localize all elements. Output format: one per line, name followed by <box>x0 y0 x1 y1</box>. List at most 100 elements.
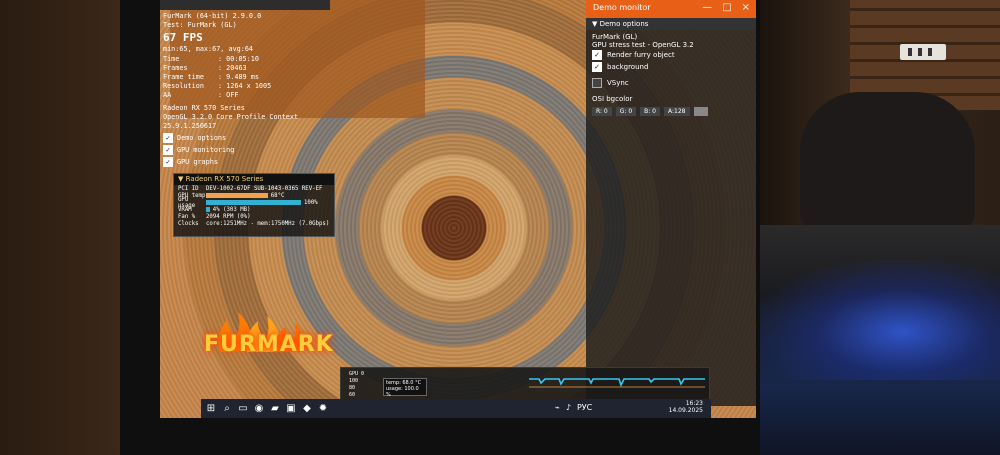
fan-value: 2094 RPM (0%) <box>206 213 251 220</box>
edge-icon[interactable]: ◉ <box>253 403 265 415</box>
demo-options-panel: ▼ Demo options FurMark (GL) GPU stress t… <box>586 18 756 406</box>
usage-bar <box>206 200 301 205</box>
usage-value: 100% <box>304 199 318 206</box>
furmark-logo: FURMARK <box>204 332 334 357</box>
explorer-icon[interactable]: ▰ <box>269 403 281 415</box>
clocks-value: core:1251MHz - mem:1750MHz (7.0Gbps) <box>206 220 330 227</box>
background-checkbox[interactable]: ✓ background <box>592 61 750 73</box>
left-window-titlebar <box>160 0 330 10</box>
fps-counter: 67 FPS <box>163 31 203 45</box>
aa-value: : OFF <box>218 91 239 100</box>
gpu-monitor-panel: ▼ Radeon RX 570 Series PCI ID DEV-1002-67… <box>173 173 335 237</box>
aa-row: AA : OFF <box>163 91 333 100</box>
time-value: : 00:05:10 <box>218 54 259 63</box>
demo-options-header[interactable]: ▼ Demo options <box>586 18 756 30</box>
vsync-checkbox[interactable]: VSync <box>592 77 750 89</box>
background-label: background <box>607 63 649 71</box>
minimize-icon[interactable]: — <box>702 2 712 13</box>
frames-label: Frames <box>163 63 188 72</box>
check-icon: ✓ <box>163 145 173 156</box>
r-field[interactable]: R: 0 <box>592 107 612 116</box>
demo-desc: GPU stress test - OpenGL 3.2 <box>592 41 694 49</box>
task-view-icon[interactable]: ▭ <box>237 403 249 415</box>
demo-monitor-titlebar[interactable]: Demo monitor — □ × <box>586 0 756 18</box>
search-icon[interactable]: ⌕ <box>221 403 233 415</box>
tick-100: 100 <box>349 378 359 384</box>
vram-value: 4% (303 MB) <box>212 206 251 213</box>
vram-row: VRAM 4% (303 MB) <box>174 206 334 213</box>
lang-indicator[interactable]: РУС <box>577 403 592 412</box>
g-field[interactable]: G: 0 <box>615 107 637 116</box>
network-icon[interactable]: ⌁ <box>555 403 560 412</box>
pci-label: PCI ID <box>178 185 199 192</box>
graph-title: GPU 0 <box>349 371 365 377</box>
temp-bar <box>206 193 268 198</box>
test-name: Test: FurMark (GL) <box>163 21 237 30</box>
pci-value: DEV-1002-67DF SUB-1043-0365 REV-EF <box>206 185 323 192</box>
time-label: Time <box>163 54 180 63</box>
graph-legend: temp: 68.0 °C usage: 100.0 % <box>383 378 427 398</box>
window-title: Demo monitor <box>593 3 651 12</box>
demo-options-checkbox[interactable]: ✓ Demo options <box>163 133 333 144</box>
taskbar: ⊞ ⌕ ▭ ◉ ▰ ▣ ◆ ✹ ⌁ ♪ РУС 16:23 14.09.2025 <box>201 399 711 418</box>
time-row: Time : 00:05:10 <box>163 55 333 64</box>
clock-time: 16:23 <box>685 400 703 407</box>
gpu-graphs-label: GPU graphs <box>177 157 218 166</box>
gpu-name: Radeon RX 570 Series <box>163 103 245 112</box>
start-icon[interactable]: ⊞ <box>205 403 217 415</box>
blue-led-glow <box>755 260 1000 380</box>
resolution-row: Resolution : 1264 x 1005 <box>163 82 333 91</box>
check-icon: ✓ <box>592 50 602 60</box>
office-chair <box>800 92 975 227</box>
color-swatch[interactable] <box>693 107 708 116</box>
resolution-label: Resolution <box>163 82 204 91</box>
vram-label: VRAM <box>178 206 192 213</box>
aa-label: AA <box>163 91 172 100</box>
frames-value: : 20463 <box>218 63 247 72</box>
gpu-monitoring-label: GPU monitoring <box>177 145 235 154</box>
pci-row: PCI ID DEV-1002-67DF SUB-1043-0365 REV-EF <box>174 185 334 192</box>
graph-lines <box>529 378 705 388</box>
frametime-label: Frame time <box>163 73 204 82</box>
a-field[interactable]: A:128 <box>664 107 690 116</box>
demo-options-label: Demo options <box>177 133 227 142</box>
maximize-icon[interactable]: □ <box>722 2 731 13</box>
gpu-monitoring-checkbox[interactable]: ✓ GPU monitoring <box>163 145 333 156</box>
gpu-graphs-checkbox[interactable]: ✓ GPU graphs <box>163 157 333 168</box>
demo-options-content: FurMark (GL) GPU stress test - OpenGL 3.… <box>586 30 756 116</box>
furmark-stats: FurMark (64-bit) 2.9.0.0 Test: FurMark (… <box>163 12 333 168</box>
volume-icon[interactable]: ♪ <box>566 403 571 412</box>
demo-app: FurMark (GL) <box>592 33 638 41</box>
clock-date: 14.09.2025 <box>668 407 703 414</box>
collapse-icon[interactable]: ▼ <box>592 20 600 28</box>
temp-value: 68°C <box>270 192 285 199</box>
frametime-row: Frame time : 9.489 ms <box>163 73 333 82</box>
frametime-value: : 9.489 ms <box>218 73 259 82</box>
app-icon[interactable]: ◆ <box>301 403 313 415</box>
system-tray: ⌁ ♪ РУС <box>555 403 592 412</box>
furmark-task-icon[interactable]: ✹ <box>317 403 329 415</box>
check-icon: ✓ <box>163 157 173 168</box>
collapse-icon[interactable]: ▼ <box>178 175 186 183</box>
usage-row: GPU usage 100% <box>174 197 334 209</box>
resolution-value: : 1264 x 1005 <box>218 82 272 91</box>
tick-80: 80 <box>349 385 356 391</box>
b-field[interactable]: B: 0 <box>640 107 661 116</box>
vram-bar <box>206 207 210 212</box>
app-title: FurMark (64-bit) 2.9.0.0 <box>163 12 262 20</box>
gl-version: OpenGL 3.2.0 Core Profile Context 25.9.1… <box>163 112 299 131</box>
fps-minmax: min:65, max:67, avg:64 <box>163 45 254 54</box>
close-icon[interactable]: × <box>742 2 750 13</box>
clock[interactable]: 16:23 14.09.2025 <box>669 400 703 414</box>
gpu-monitor-title[interactable]: ▼ Radeon RX 570 Series <box>174 174 334 185</box>
check-icon: ✓ <box>163 133 173 144</box>
store-icon[interactable]: ▣ <box>285 403 297 415</box>
fan-row: Fan % 2094 RPM (0%) <box>174 213 334 220</box>
frames-row: Frames : 20463 <box>163 64 333 73</box>
render-furry-label: Render furry object <box>607 51 675 59</box>
render-furry-checkbox[interactable]: ✓ Render furry object <box>592 49 750 61</box>
osi-label: OSI bgcolor <box>592 95 633 103</box>
tick-60: 60 <box>349 392 356 398</box>
fan-label: Fan % <box>178 213 196 220</box>
bezel-logo <box>550 425 610 433</box>
